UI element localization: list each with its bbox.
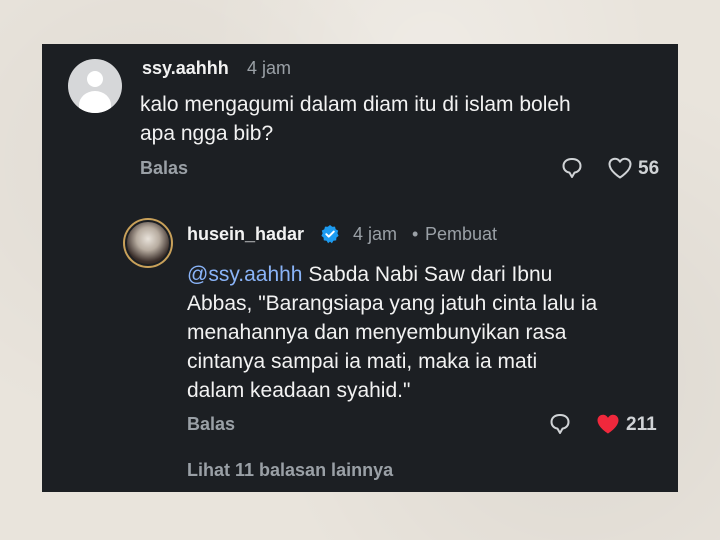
heart-filled-icon[interactable]	[595, 412, 621, 436]
heart-outline-icon[interactable]	[607, 156, 633, 180]
verified-badge-icon	[321, 225, 339, 244]
user-avatar[interactable]	[123, 218, 173, 268]
reply-text-line1-rest: Sabda Nabi Saw dari Ibnu	[302, 263, 553, 286]
reply-like-count: 211	[626, 414, 657, 435]
reply-bubble-icon[interactable]	[548, 412, 572, 436]
comment-time: 4 jam	[247, 58, 292, 78]
default-avatar-icon[interactable]	[68, 59, 122, 113]
reply-username[interactable]: husein_hadar	[187, 224, 304, 245]
reply-time-separator: •	[412, 224, 419, 244]
reply-text-line5: dalam keadaan syahid."	[187, 379, 411, 402]
comment-text-line1: kalo mengagumi dalam diam itu di islam b…	[140, 93, 571, 116]
reply-text-line4: cintanya sampai ia mati, maka ia mati	[187, 350, 538, 373]
comment-text-line2: apa ngga bib?	[140, 122, 274, 145]
mention-link[interactable]: @ssy.aahhh	[187, 263, 303, 286]
comment-thread-card: ssy.aahhh 4 jam kalo mengagumi dalam dia…	[42, 44, 678, 492]
reply-button[interactable]: Balas	[187, 414, 235, 435]
reply-text-line1: @ssy.aahhh Sabda Nabi Saw dari Ibnu	[187, 260, 552, 289]
reply-button[interactable]: Balas	[140, 158, 188, 179]
reply-text-line3: menahannya dan menyembunyikan rasa	[187, 321, 567, 344]
reply-text-line2: Abbas, "Barangsiapa yang jatuh cinta lal…	[187, 292, 598, 315]
author-badge: Pembuat	[425, 224, 498, 244]
reply-bubble-icon[interactable]	[560, 156, 584, 180]
view-more-replies-link[interactable]: Lihat 11 balasan lainnya	[187, 460, 393, 481]
reply-time: 4 jam	[353, 224, 398, 244]
comment-username[interactable]: ssy.aahhh	[142, 58, 229, 79]
like-count: 56	[638, 158, 660, 179]
